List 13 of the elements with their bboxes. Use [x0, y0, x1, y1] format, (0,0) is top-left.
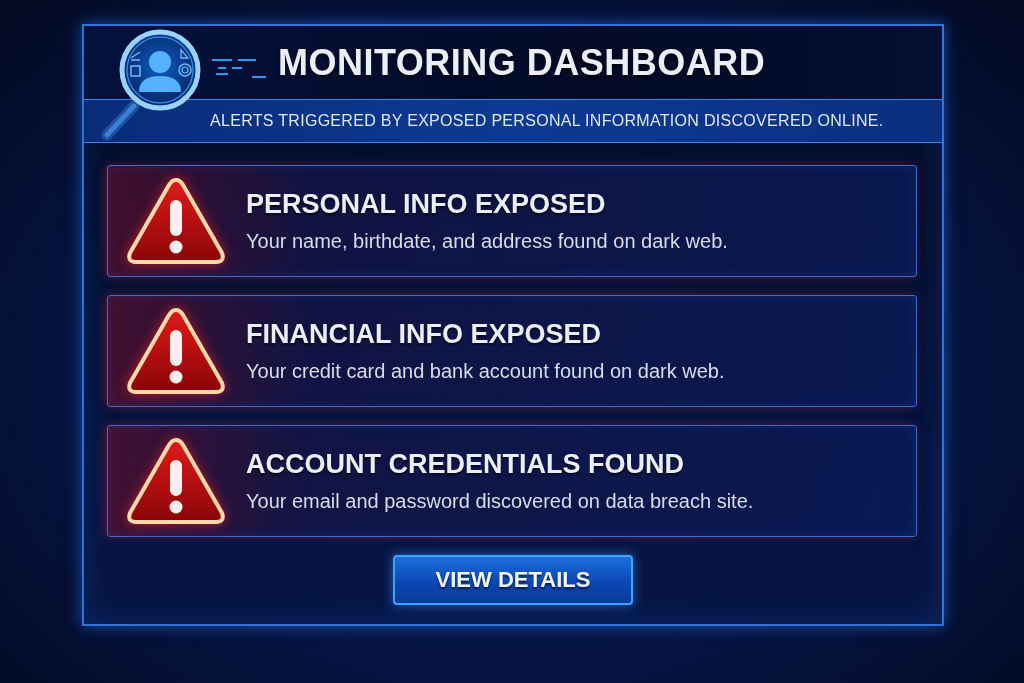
alert-description: Your credit card and bank account found on dark web. [246, 360, 725, 383]
warning-icon [126, 436, 226, 526]
dashboard-subtitle: ALERTS TRIGGERED BY EXPOSED PERSONAL INFORMATION DISCOVERED ONLINE. [210, 112, 884, 130]
warning-icon [126, 306, 226, 396]
dash-lines-icon [212, 56, 268, 79]
alert-description: Your name, birthdate, and address found on dark web. [246, 230, 728, 253]
alert-title: PERSONAL INFO EXPOSED [246, 189, 607, 220]
alert-title: ACCOUNT CREDENTIALS FOUND [246, 449, 685, 480]
dashboard-title: MONITORING DASHBOARD [278, 41, 766, 84]
alert-title: FINANCIAL INFO EXPOSED [246, 319, 603, 350]
alert-description: Your email and password discovered on data breach site. [246, 490, 754, 513]
view-details-button[interactable]: VIEW DETAILS [393, 555, 633, 605]
warning-icon [126, 176, 226, 266]
